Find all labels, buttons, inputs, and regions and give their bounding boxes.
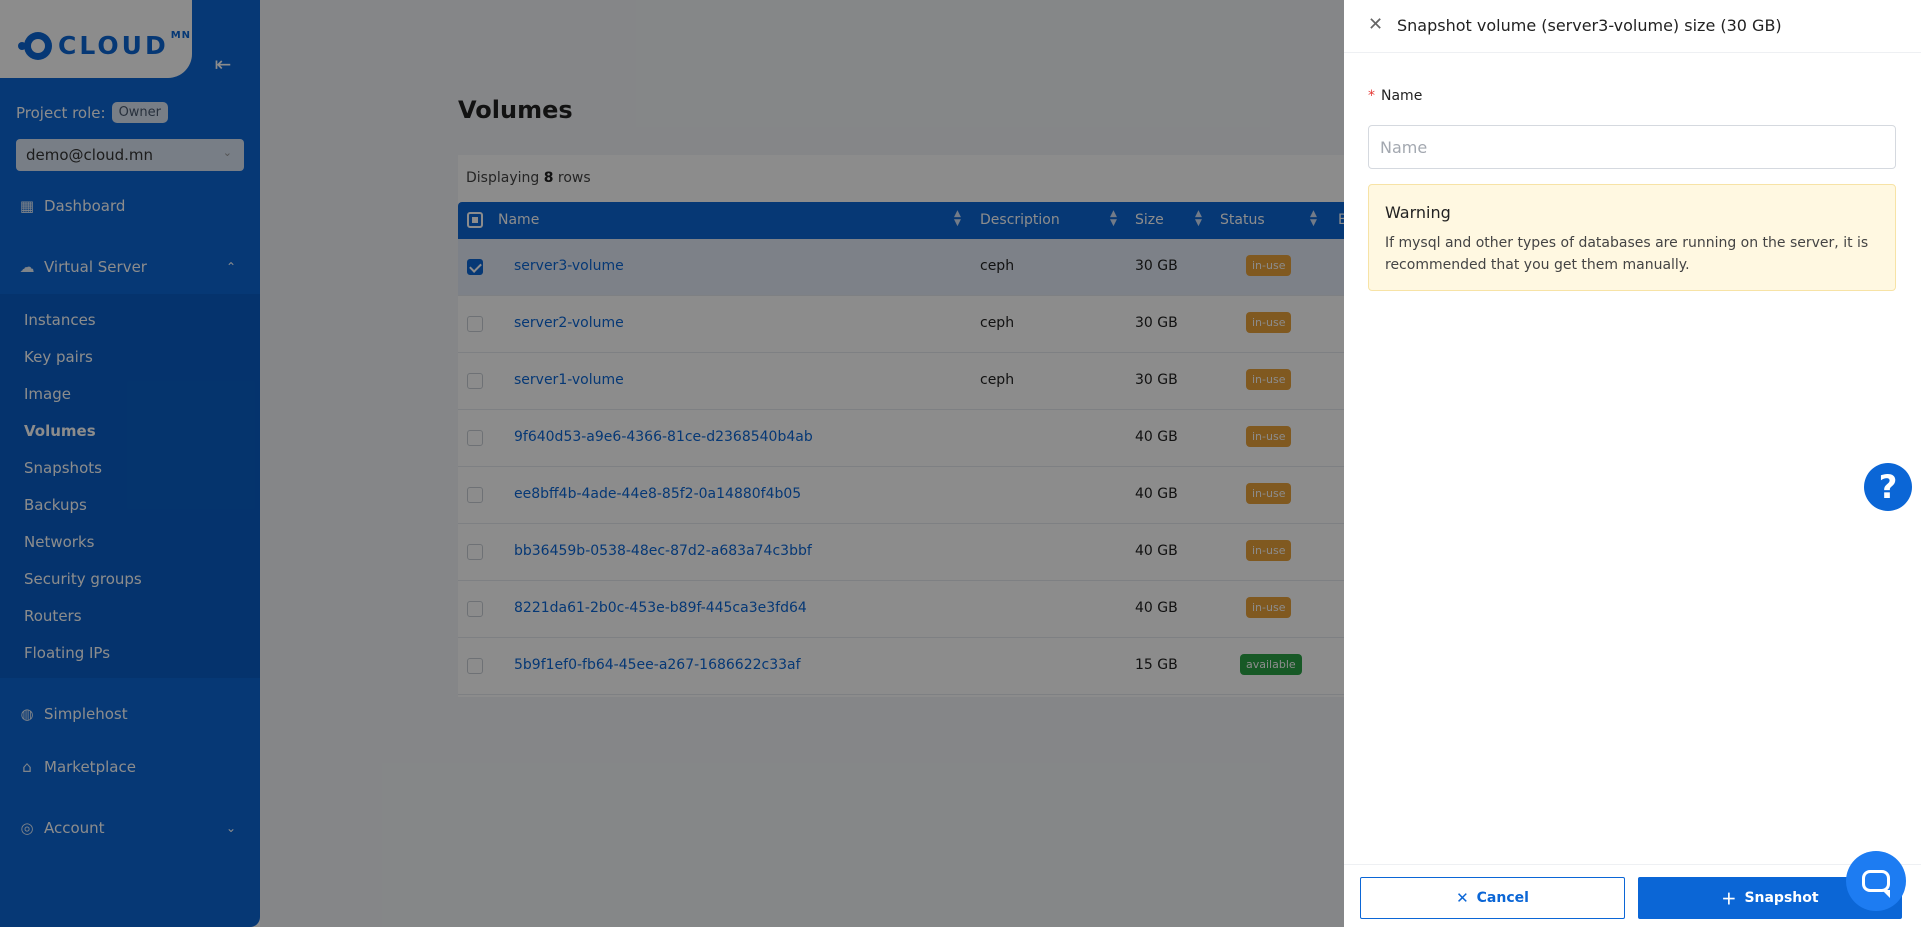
drawer-header: ✕ Snapshot volume (server3-volume) size … <box>1344 0 1921 53</box>
snapshot-name-input[interactable] <box>1368 125 1896 169</box>
close-icon[interactable]: ✕ <box>1368 14 1383 35</box>
name-label-text: Name <box>1381 88 1423 104</box>
warning-text: If mysql and other types of databases ar… <box>1385 235 1869 273</box>
snapshot-label: Snapshot <box>1744 890 1819 906</box>
snapshot-drawer: ✕ Snapshot volume (server3-volume) size … <box>1344 0 1921 927</box>
chat-icon <box>1862 870 1890 898</box>
chat-button[interactable] <box>1846 851 1906 911</box>
warning-title: Warning <box>1385 203 1451 222</box>
drawer-footer: ✕ Cancel ＋ Snapshot <box>1344 864 1921 927</box>
close-icon: ✕ <box>1456 889 1469 907</box>
question-icon: ? <box>1878 468 1898 506</box>
plus-icon: ＋ <box>1721 889 1737 908</box>
help-button[interactable]: ? <box>1864 463 1912 511</box>
cancel-button[interactable]: ✕ Cancel <box>1360 877 1625 919</box>
name-field-label: * Name <box>1368 88 1422 104</box>
warning-alert: Warning If mysql and other types of data… <box>1368 184 1896 291</box>
modal-overlay[interactable] <box>0 0 1344 927</box>
required-marker: * <box>1368 88 1375 104</box>
cancel-label: Cancel <box>1476 890 1529 906</box>
drawer-title: Snapshot volume (server3-volume) size (3… <box>1397 16 1782 35</box>
